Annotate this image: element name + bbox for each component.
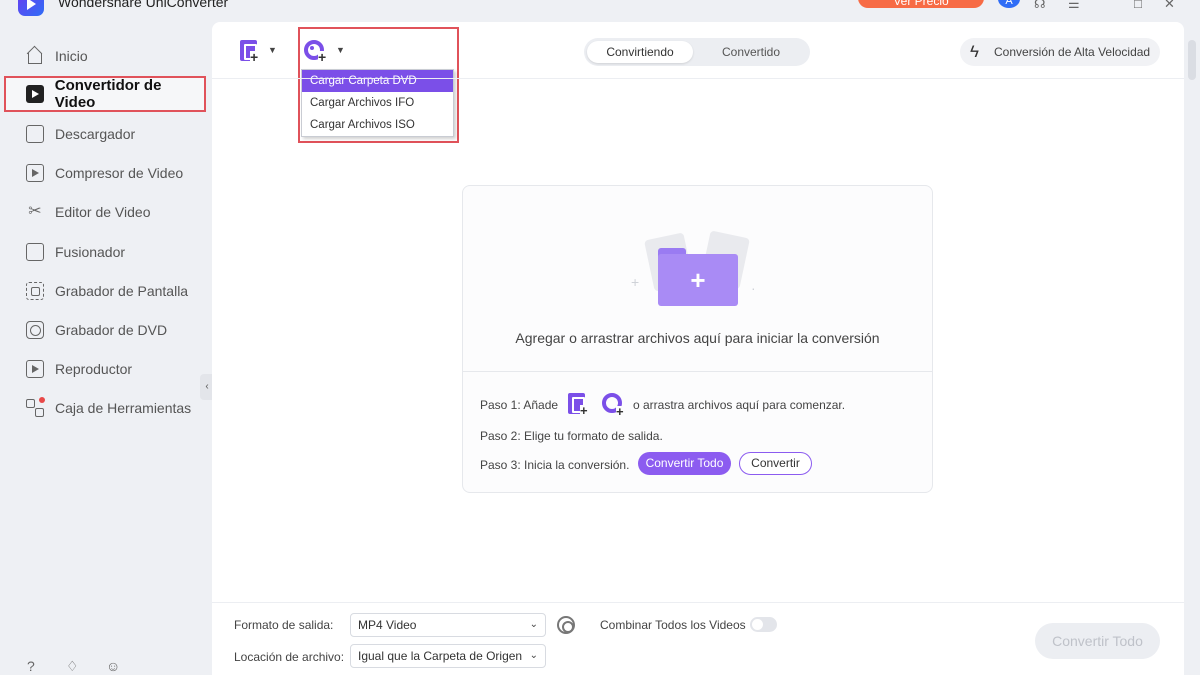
compress-icon bbox=[26, 164, 44, 182]
format-settings-icon[interactable] bbox=[557, 616, 575, 634]
bottom-divider bbox=[212, 602, 1184, 603]
toolbar-divider bbox=[212, 78, 1184, 79]
step-3: Paso 3: Inicia la conversión. bbox=[480, 458, 630, 472]
file-location-select[interactable]: Igual que la Carpeta de Origen ⌄ bbox=[350, 644, 546, 668]
drop-zone[interactable]: + + · Agregar o arrastrar archivos aquí … bbox=[462, 185, 933, 493]
scrollbar[interactable] bbox=[1184, 22, 1200, 675]
screen-record-icon bbox=[26, 282, 44, 300]
sidebar-item-fusionador[interactable]: Fusionador bbox=[0, 234, 212, 270]
notification-dot bbox=[39, 397, 45, 403]
output-format-select[interactable]: MP4 Video ⌄ bbox=[350, 613, 546, 637]
sidebar-item-label: Convertidor de Video bbox=[54, 77, 162, 111]
sparkle-icon: + bbox=[631, 274, 640, 290]
output-format-value: MP4 Video bbox=[358, 618, 417, 632]
avatar[interactable]: A bbox=[998, 0, 1020, 8]
menu-item-cargar-archivos-iso[interactable]: Cargar Archivos ISO bbox=[302, 114, 453, 136]
add-folder-icon: + bbox=[658, 254, 738, 306]
app-title: Wondershare UniConverter bbox=[58, 0, 229, 10]
sidebar-item-label: Caja de Herramientas bbox=[55, 400, 192, 416]
convert-all-bottom-button[interactable]: Convertir Todo bbox=[1035, 623, 1160, 659]
sidebar-item-reproductor[interactable]: Reproductor bbox=[0, 351, 212, 387]
sidebar-item-label: Fusionador bbox=[55, 244, 126, 260]
pricing-button[interactable]: Ver Precio bbox=[858, 0, 984, 8]
step-1: Paso 1: Añade bbox=[480, 398, 558, 412]
scissors-icon: ✂ bbox=[28, 203, 42, 220]
sidebar: Inicio Convertidor de Video Descargador … bbox=[0, 22, 214, 675]
combine-videos-label: Combinar Todos los Videos bbox=[600, 618, 746, 632]
chevron-down-icon: ▼ bbox=[336, 45, 345, 55]
menu-item-cargar-archivos-ifo[interactable]: Cargar Archivos IFO bbox=[302, 92, 453, 114]
menu-item-cargar-carpeta-dvd[interactable]: Cargar Carpeta DVD bbox=[302, 70, 453, 92]
sidebar-item-grabador-de-pantalla[interactable]: Grabador de Pantalla bbox=[0, 273, 212, 309]
sidebar-item-inicio[interactable]: Inicio bbox=[0, 38, 212, 74]
dvd-burner-icon bbox=[26, 321, 44, 339]
sidebar-item-grabador-de-dvd[interactable]: Grabador de DVD bbox=[0, 312, 212, 348]
plus-icon: + bbox=[318, 49, 327, 65]
tab-convertido[interactable]: Convertido bbox=[698, 41, 804, 63]
plus-icon: + bbox=[580, 403, 588, 418]
video-converter-icon bbox=[26, 85, 44, 103]
plus-icon: + bbox=[250, 49, 259, 65]
toolbox-icon bbox=[26, 397, 45, 417]
sidebar-item-label: Compresor de Video bbox=[55, 165, 184, 181]
sidebar-item-label: Inicio bbox=[55, 48, 88, 64]
home-icon bbox=[26, 47, 44, 65]
status-tabs: Convirtiendo Convertido bbox=[584, 38, 810, 66]
add-files-button[interactable]: + ▼ bbox=[236, 38, 280, 66]
combine-videos-toggle[interactable] bbox=[750, 617, 777, 632]
sidebar-item-descargador[interactable]: Descargador bbox=[0, 116, 212, 152]
close-icon[interactable]: ✕ bbox=[1164, 0, 1175, 12]
chevron-down-icon: ⌄ bbox=[525, 645, 538, 667]
download-icon bbox=[26, 125, 44, 143]
plus-icon: + bbox=[616, 404, 624, 419]
file-location-label: Locación de archivo: bbox=[234, 650, 345, 664]
feedback-icon[interactable]: ☺ bbox=[106, 658, 120, 674]
sidebar-item-label: Grabador de Pantalla bbox=[55, 283, 189, 299]
scrollbar-thumb[interactable] bbox=[1188, 40, 1196, 80]
headset-icon[interactable]: ☊ bbox=[1034, 0, 1046, 12]
load-dvd-button[interactable]: + ▼ bbox=[302, 38, 348, 66]
sparkle-icon: · bbox=[751, 280, 756, 296]
sidebar-item-caja-de-herramientas[interactable]: Caja de Herramientas bbox=[0, 390, 212, 426]
maximize-icon[interactable]: □ bbox=[1134, 0, 1142, 11]
step-2: Paso 2: Elige tu formato de salida. bbox=[480, 429, 663, 443]
sidebar-item-label: Grabador de DVD bbox=[55, 322, 168, 338]
main-panel: + ▼ + ▼ Cargar Carpeta DVD Cargar Archiv… bbox=[212, 22, 1184, 675]
sidebar-item-label: Reproductor bbox=[55, 361, 133, 377]
folder-illustration: + + · bbox=[631, 224, 763, 308]
bell-icon[interactable]: ♢ bbox=[66, 658, 79, 675]
sidebar-item-compresor-de-video[interactable]: Compresor de Video bbox=[0, 155, 212, 191]
drop-zone-text: Agregar o arrastrar archivos aquí para i… bbox=[515, 330, 880, 346]
drop-zone-divider bbox=[463, 371, 932, 372]
file-location-value: Igual que la Carpeta de Origen bbox=[358, 649, 523, 663]
high-speed-conversion-label: Conversión de Alta Velocidad bbox=[994, 45, 1151, 59]
lightning-icon: ϟ bbox=[970, 42, 979, 61]
sidebar-item-convertidor-de-video[interactable]: Convertidor de Video bbox=[4, 76, 206, 112]
step-1-suffix: o arrastra archivos aquí para comenzar. bbox=[633, 398, 846, 412]
output-format-label: Formato de salida: bbox=[234, 618, 334, 632]
menu-icon[interactable]: ☰ bbox=[1068, 0, 1080, 12]
help-icon[interactable]: ? bbox=[27, 658, 35, 674]
dvd-dropdown-menu: Cargar Carpeta DVD Cargar Archivos IFO C… bbox=[301, 69, 454, 137]
chevron-down-icon: ⌄ bbox=[525, 614, 538, 636]
high-speed-conversion-button[interactable]: ϟ Conversión de Alta Velocidad bbox=[960, 38, 1160, 66]
convert-button[interactable]: Convertir bbox=[739, 452, 812, 475]
chevron-down-icon: ▼ bbox=[268, 45, 277, 55]
sidebar-item-editor-de-video[interactable]: ✂ Editor de Video bbox=[0, 194, 212, 230]
tab-convirtiendo[interactable]: Convirtiendo bbox=[587, 41, 693, 63]
step-1-prefix: Paso 1: Añade bbox=[480, 398, 559, 412]
merge-icon bbox=[26, 243, 44, 261]
sidebar-item-label: Descargador bbox=[55, 126, 136, 142]
sidebar-item-label: Editor de Video bbox=[55, 204, 151, 220]
app-logo bbox=[18, 0, 44, 16]
title-bar: Wondershare UniConverter Ver Precio A ☊ … bbox=[0, 0, 1200, 22]
convert-all-button[interactable]: Convertir Todo bbox=[638, 452, 731, 475]
player-icon bbox=[26, 360, 44, 378]
